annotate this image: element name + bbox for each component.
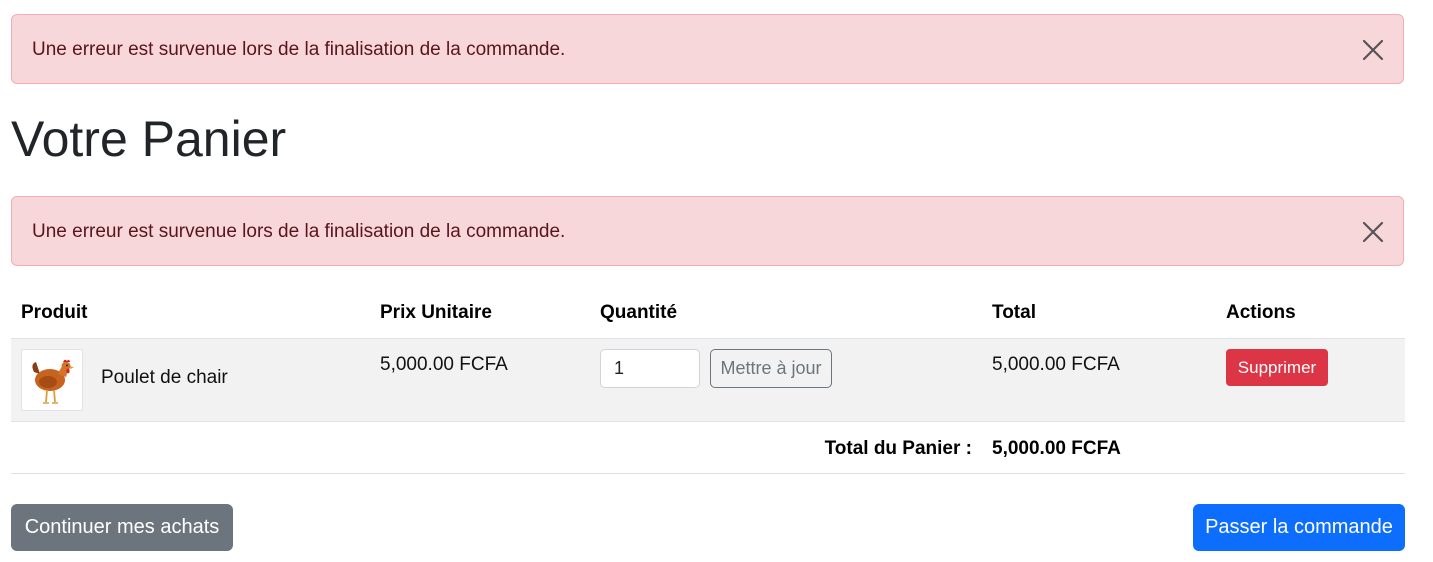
- column-header-product: Produit: [21, 302, 88, 323]
- unit-price: 5,000.00 FCFA: [380, 354, 508, 375]
- page-title: Votre Panier: [11, 111, 287, 167]
- close-icon[interactable]: [1361, 38, 1385, 62]
- checkout-button[interactable]: Passer la commande: [1193, 504, 1405, 551]
- column-header-quantity: Quantité: [600, 302, 678, 323]
- column-header-unit-price: Prix Unitaire: [380, 302, 492, 323]
- close-icon[interactable]: [1361, 220, 1385, 244]
- chicken-icon: [32, 359, 74, 404]
- column-header-total: Total: [992, 302, 1036, 323]
- column-header-actions: Actions: [1226, 302, 1296, 323]
- cart-total-value: 5,000.00 FCFA: [992, 438, 1121, 459]
- update-quantity-button[interactable]: Mettre à jour: [710, 349, 832, 388]
- alert-message: Une erreur est survenue lors de la final…: [32, 221, 566, 242]
- cart-total-label: Total du Panier :: [824, 438, 972, 459]
- continue-shopping-button[interactable]: Continuer mes achats: [11, 504, 233, 551]
- line-total: 5,000.00 FCFA: [992, 354, 1120, 375]
- table-divider: [11, 473, 1405, 474]
- quantity-input[interactable]: [600, 349, 700, 388]
- error-alert: Une erreur est survenue lors de la final…: [11, 196, 1404, 266]
- delete-button[interactable]: Supprimer: [1226, 349, 1328, 386]
- alert-message: Une erreur est survenue lors de la final…: [32, 39, 566, 60]
- product-image: [21, 349, 83, 411]
- product-name: Poulet de chair: [101, 367, 228, 388]
- error-alert: Une erreur est survenue lors de la final…: [11, 14, 1404, 84]
